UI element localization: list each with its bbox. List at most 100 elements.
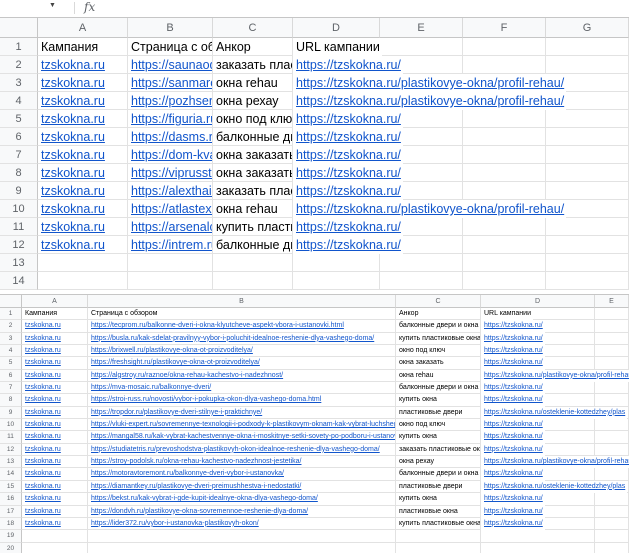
bottom-cell-text-B18[interactable]: https://lider372.ru/vybor-i-ustanovka-pl… (88, 518, 259, 530)
bottom-cell-text-D11[interactable]: https://tzskokna.ru/ (481, 431, 545, 443)
bottom-cell-text-B15[interactable]: https://diamantkey.ru/plastikovye-dveri-… (88, 481, 301, 493)
bottom-cell-text-D12[interactable]: https://tzskokna.ru/ (481, 444, 545, 456)
top-cell-C10[interactable]: окна rehau (213, 200, 293, 218)
top-cell-A7[interactable]: tzskokna.ru (38, 146, 128, 164)
bottom-cell-E16[interactable] (595, 493, 629, 505)
top-cell-F12[interactable] (463, 236, 546, 254)
top-cell-text-B6[interactable]: https://dasms.ru (128, 128, 213, 146)
bottom-cell-B8[interactable]: https://stroi-russ.ru/novosti/vybor-i-po… (88, 394, 396, 406)
bottom-row-header-5[interactable]: 5 (0, 357, 22, 369)
bottom-cell-text-D4[interactable]: https://tzskokna.ru/ (481, 345, 545, 357)
top-cell-C2[interactable]: заказать пластиковые окна (213, 56, 293, 74)
bottom-cell-B16[interactable]: https://bekst.ru/kak-vybrat-i-gde-kupit-… (88, 493, 396, 505)
bottom-cell-D16[interactable]: https://tzskokna.ru/ (481, 493, 595, 505)
bottom-cell-A8[interactable]: tzskokna.ru (22, 394, 88, 406)
top-cell-F2[interactable] (463, 56, 546, 74)
bottom-cell-A6[interactable]: tzskokna.ru (22, 370, 88, 382)
top-column-header-D[interactable]: D (293, 18, 380, 38)
top-cell-text-A5[interactable]: tzskokna.ru (38, 110, 105, 128)
bottom-cell-B1[interactable]: Страница с обзором (88, 308, 396, 320)
bottom-column-header-A[interactable]: A (22, 295, 88, 308)
bottom-cell-A10[interactable]: tzskokna.ru (22, 419, 88, 431)
top-cell-C5[interactable]: окно под ключ (213, 110, 293, 128)
top-cell-G6[interactable] (546, 128, 629, 146)
top-cell-E1[interactable] (380, 38, 463, 56)
bottom-row-header-16[interactable]: 16 (0, 493, 22, 505)
bottom-cell-text-D7[interactable]: https://tzskokna.ru/ (481, 382, 545, 394)
bottom-cell-text-B9[interactable]: https://tropdor.ru/plastikovye-dveri-sti… (88, 407, 262, 419)
bottom-cell-text-B4[interactable]: https://brixwell.ru/plastikovye-okna-ot-… (88, 345, 253, 357)
top-cell-B5[interactable]: https://figuria.ru/ (128, 110, 213, 128)
top-cell-C14[interactable] (213, 272, 293, 290)
bottom-cell-B6[interactable]: https://algstroy.ru/raznoe/okna-rehau-ka… (88, 370, 396, 382)
bottom-row-header-17[interactable]: 17 (0, 506, 22, 518)
top-cell-B8[interactable]: https://viprusstro (128, 164, 213, 182)
top-cell-text-D10[interactable]: https://tzskokna.ru/plastikovye-okna/pro… (293, 200, 566, 218)
top-row-header-3[interactable]: 3 (0, 74, 38, 92)
top-cell-text-A7[interactable]: tzskokna.ru (38, 146, 105, 164)
top-cell-F1[interactable] (463, 38, 546, 56)
top-cell-A4[interactable]: tzskokna.ru (38, 92, 128, 110)
bottom-cell-text-A3[interactable]: tzskokna.ru (22, 333, 61, 345)
bottom-cell-A5[interactable]: tzskokna.ru (22, 357, 88, 369)
top-cell-D11[interactable]: https://tzskokna.ru/ (293, 218, 380, 236)
top-row-header-11[interactable]: 11 (0, 218, 38, 236)
bottom-row-header-13[interactable]: 13 (0, 456, 22, 468)
top-column-header-A[interactable]: A (38, 18, 128, 38)
bottom-cell-E17[interactable] (595, 506, 629, 518)
top-cell-G7[interactable] (546, 146, 629, 164)
bottom-cell-text-D5[interactable]: https://tzskokna.ru/ (481, 357, 545, 369)
bottom-cell-text-A7[interactable]: tzskokna.ru (22, 382, 61, 394)
top-cell-text-A3[interactable]: tzskokna.ru (38, 74, 105, 92)
bottom-cell-D7[interactable]: https://tzskokna.ru/ (481, 382, 595, 394)
bottom-cell-D3[interactable]: https://tzskokna.ru/ (481, 333, 595, 345)
bottom-row-header-14[interactable]: 14 (0, 468, 22, 480)
bottom-cell-A14[interactable]: tzskokna.ru (22, 468, 88, 480)
bottom-cell-A19[interactable] (22, 530, 88, 542)
bottom-cell-D20[interactable] (481, 543, 595, 553)
bottom-cell-text-A12[interactable]: tzskokna.ru (22, 444, 61, 456)
bottom-cell-text-D10[interactable]: https://tzskokna.ru/ (481, 419, 545, 431)
top-column-header-C[interactable]: C (213, 18, 293, 38)
top-cell-D12[interactable]: https://tzskokna.ru/ (293, 236, 380, 254)
bottom-cell-text-A4[interactable]: tzskokna.ru (22, 345, 61, 357)
top-row-header-1[interactable]: 1 (0, 38, 38, 56)
bottom-cell-text-B16[interactable]: https://bekst.ru/kak-vybrat-i-gde-kupit-… (88, 493, 318, 505)
bottom-cell-D6[interactable]: https://tzskokna.ru/plastikovye-okna/pro… (481, 370, 595, 382)
top-row-header-14[interactable]: 14 (0, 272, 38, 290)
top-cell-D14[interactable] (293, 272, 380, 290)
top-cell-D13[interactable] (293, 254, 380, 272)
top-cell-text-A4[interactable]: tzskokna.ru (38, 92, 105, 110)
top-cell-D10[interactable]: https://tzskokna.ru/plastikovye-okna/pro… (293, 200, 380, 218)
bottom-cell-text-A13[interactable]: tzskokna.ru (22, 456, 61, 468)
top-column-header-B[interactable]: B (128, 18, 213, 38)
top-cell-F7[interactable] (463, 146, 546, 164)
top-cell-D6[interactable]: https://tzskokna.ru/ (293, 128, 380, 146)
top-cell-C7[interactable]: окна заказать (213, 146, 293, 164)
top-row-header-12[interactable]: 12 (0, 236, 38, 254)
top-cell-text-B4[interactable]: https://pozhservi (128, 92, 213, 110)
bottom-cell-text-A11[interactable]: tzskokna.ru (22, 431, 61, 443)
bottom-column-header-C[interactable]: C (396, 295, 481, 308)
top-cell-text-A11[interactable]: tzskokna.ru (38, 218, 105, 236)
bottom-cell-B19[interactable] (88, 530, 396, 542)
top-cell-E13[interactable] (380, 254, 463, 272)
top-cell-text-B8[interactable]: https://viprusstro (128, 164, 213, 182)
bottom-cell-E14[interactable] (595, 468, 629, 480)
bottom-cell-C11[interactable]: купить окна (396, 431, 481, 443)
bottom-cell-text-B7[interactable]: https://mva-mosaic.ru/balkonnye-dveri/ (88, 382, 211, 394)
top-row-header-7[interactable]: 7 (0, 146, 38, 164)
top-cell-D4[interactable]: https://tzskokna.ru/plastikovye-okna/pro… (293, 92, 380, 110)
bottom-row-header-19[interactable]: 19 (0, 530, 22, 542)
bottom-cell-E5[interactable] (595, 357, 629, 369)
top-cell-A11[interactable]: tzskokna.ru (38, 218, 128, 236)
top-cell-C12[interactable]: балконные двери и окна (213, 236, 293, 254)
top-cell-A10[interactable]: tzskokna.ru (38, 200, 128, 218)
top-cell-text-B7[interactable]: https://dom-kvar (128, 146, 213, 164)
top-cell-A2[interactable]: tzskokna.ru (38, 56, 128, 74)
top-cell-text-B9[interactable]: https://alexthaibo (128, 182, 213, 200)
top-row-header-9[interactable]: 9 (0, 182, 38, 200)
top-cell-text-A6[interactable]: tzskokna.ru (38, 128, 105, 146)
top-cell-A12[interactable]: tzskokna.ru (38, 236, 128, 254)
top-cell-text-A9[interactable]: tzskokna.ru (38, 182, 105, 200)
